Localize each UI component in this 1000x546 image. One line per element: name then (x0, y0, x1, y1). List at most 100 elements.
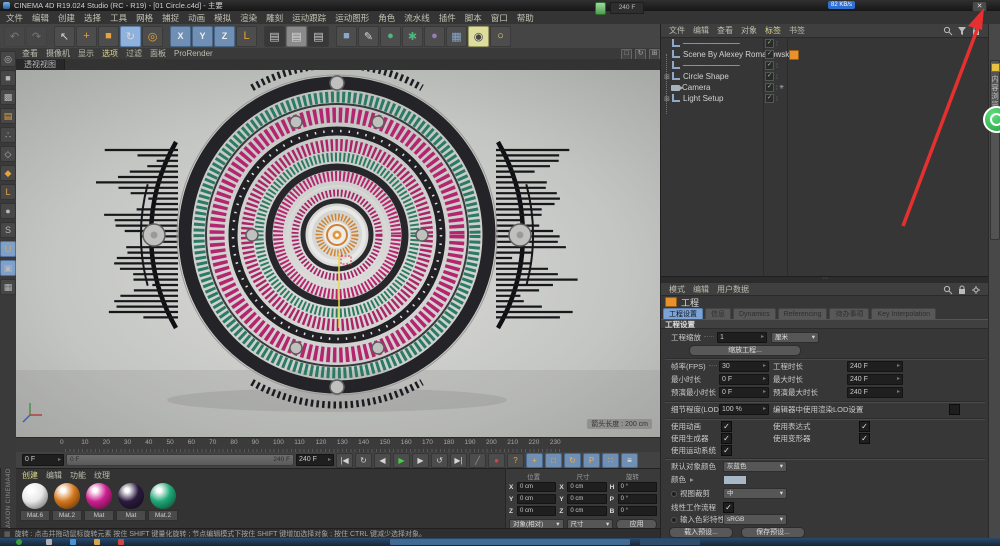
om-menu-item[interactable]: 对象 (741, 25, 757, 36)
material-name[interactable]: Mat.2 (148, 510, 178, 521)
om-menu-item[interactable]: 编辑 (693, 25, 709, 36)
annotation-tag-icon[interactable] (789, 50, 799, 60)
object-row[interactable]: ⊞ Light Setup ✓ ∶ (661, 93, 989, 104)
use-animation-checkbox[interactable]: ✓ (721, 421, 732, 432)
object-row[interactable]: Scene By Alexey Romanowsky ✓ ∶ (661, 49, 989, 60)
toolbar-icon[interactable]: + (76, 26, 97, 47)
object-name[interactable]: Light Setup (683, 94, 723, 103)
palette-icon[interactable]: U (0, 241, 16, 257)
toolbar-icon[interactable]: ◎ (142, 26, 163, 47)
object-row[interactable]: Camera ✓ ∶ ✳ (661, 82, 989, 93)
rotation-h-field[interactable]: 0 ° (618, 482, 657, 492)
material-menu-item[interactable]: 功能 (70, 470, 86, 481)
menu-item[interactable]: 帮助 (517, 12, 534, 24)
gear-icon[interactable] (971, 285, 981, 295)
menu-item[interactable]: 创建 (58, 12, 75, 24)
palette-icon[interactable]: ▩ (0, 89, 16, 105)
layer-toggle-icon[interactable]: ✓ (765, 61, 774, 70)
linear-workflow-checkbox[interactable]: ✓ (723, 502, 734, 513)
toolbar-icon[interactable]: ↖ (54, 26, 75, 47)
render-lod-checkbox[interactable] (949, 404, 960, 415)
palette-icon[interactable]: ▤ (0, 108, 16, 124)
content-browser-tab[interactable]: 内容浏览器 (990, 60, 1000, 240)
size-y-field[interactable]: 0 cm (567, 494, 606, 504)
material-thumbnail[interactable]: Mat.2 (148, 483, 178, 521)
material-menu-item[interactable]: 创建 (22, 470, 38, 481)
use-mot ion-system-checkbox[interactable]: ✓ (721, 445, 732, 456)
viewport-menu-item[interactable]: 查看 (22, 48, 38, 59)
expand-arrow-icon[interactable]: ▸ (690, 475, 694, 484)
playhead-handle[interactable] (595, 2, 606, 15)
taskbar-icon[interactable] (118, 539, 124, 545)
palette-icon[interactable]: ▦ (0, 279, 16, 295)
transport-button[interactable]: ◀ (374, 453, 391, 468)
transport-button[interactable]: ▶ (412, 453, 429, 468)
toolbar-icon[interactable] (48, 27, 53, 46)
menu-item[interactable]: 网格 (136, 12, 153, 24)
preview-max-field[interactable]: 240 F▸ (847, 387, 903, 398)
object-name[interactable]: Circle Shape (683, 72, 729, 81)
object-row[interactable]: ⊞ Circle Shape ✓ ∶ (661, 71, 989, 82)
om-menu-item[interactable]: 书签 (789, 25, 805, 36)
expand-icon[interactable]: ⊞ (663, 95, 671, 103)
toolbar-icon[interactable]: ◉ (468, 26, 489, 47)
start-button[interactable] (16, 539, 22, 545)
object-row[interactable]: ────────── ✓ ∶ (661, 60, 989, 71)
size-x-field[interactable]: 0 cm (567, 482, 606, 492)
material-menu-item[interactable]: 编辑 (46, 470, 62, 481)
object-name[interactable]: ────────── (683, 39, 740, 48)
project-scale-field[interactable]: 1▸ (717, 332, 767, 343)
lock-icon[interactable] (957, 285, 967, 295)
transport-button[interactable]: ? (507, 453, 524, 468)
position-z-field[interactable]: 0 cm (517, 506, 556, 516)
end-frame-field[interactable]: 240 F▸ (296, 454, 334, 466)
toolbar-icon[interactable]: ▤ (286, 26, 307, 47)
material-thumbnail[interactable]: Mat (84, 483, 114, 521)
om-menu-item[interactable]: 文件 (669, 25, 685, 36)
palette-icon[interactable]: L (0, 184, 16, 200)
transport-button[interactable]: ▶| (450, 453, 467, 468)
am-menu-item[interactable]: 用户数据 (717, 284, 749, 295)
search-icon[interactable] (943, 285, 953, 295)
visibility-dots-icon[interactable]: ∶ (776, 62, 778, 70)
max-time-field[interactable]: 240 F▸ (847, 374, 903, 385)
toolbar-icon[interactable]: ↷ (26, 26, 47, 47)
toolbar-icon[interactable]: ▦ (446, 26, 467, 47)
transport-button[interactable]: ● (488, 453, 505, 468)
toolbar-icon[interactable]: ↶ (4, 26, 25, 47)
toolbar-icon[interactable] (258, 27, 263, 46)
toolbar-icon[interactable]: ■ (98, 26, 119, 47)
preview-min-field[interactable]: 0 F▸ (719, 387, 769, 398)
material-thumbnail[interactable]: Mat (116, 483, 146, 521)
transport-button[interactable]: ↺ (431, 453, 448, 468)
current-frame-field[interactable]: 0 F▸ (22, 454, 64, 466)
material-name[interactable]: Mat (116, 510, 146, 521)
viewport-menu-item[interactable]: ProRender (174, 49, 213, 58)
min-time-field[interactable]: 0 F▸ (719, 374, 769, 385)
rotation-p-field[interactable]: 0 ° (618, 494, 657, 504)
menu-item[interactable]: 雕刻 (266, 12, 283, 24)
material-thumbnail[interactable]: Mat.6 (20, 483, 50, 521)
search-icon[interactable] (943, 26, 953, 36)
default-object-color-dropdown[interactable]: 灰蓝色▾ (723, 461, 787, 472)
layer-toggle-icon[interactable]: ✓ (765, 94, 774, 103)
load-preset-button[interactable]: 载入预设... (669, 527, 733, 538)
expand-icon[interactable]: ⊞ (663, 73, 671, 81)
palette-icon[interactable]: ● (0, 203, 16, 219)
layer-toggle-icon[interactable]: ✓ (765, 72, 774, 81)
lock-icon[interactable] (971, 26, 981, 36)
use-expressions-checkbox[interactable]: ✓ (859, 421, 870, 432)
transport-button[interactable]: □ (545, 453, 562, 468)
position-x-field[interactable]: 0 cm (517, 482, 556, 492)
toolbar-icon[interactable]: X (170, 26, 191, 47)
menu-item[interactable]: 工具 (110, 12, 127, 24)
menu-item[interactable]: 脚本 (465, 12, 482, 24)
om-menu-item[interactable]: 查看 (717, 25, 733, 36)
palette-icon[interactable]: ◆ (0, 165, 16, 181)
use-deformers-checkbox[interactable]: ✓ (859, 433, 870, 444)
menu-item[interactable]: 运动跟踪 (292, 12, 326, 24)
taskbar-window-button[interactable] (640, 539, 700, 545)
taskbar-icon[interactable] (94, 539, 100, 545)
taskbar-window-button[interactable] (390, 539, 630, 545)
menu-item[interactable]: 插件 (439, 12, 456, 24)
